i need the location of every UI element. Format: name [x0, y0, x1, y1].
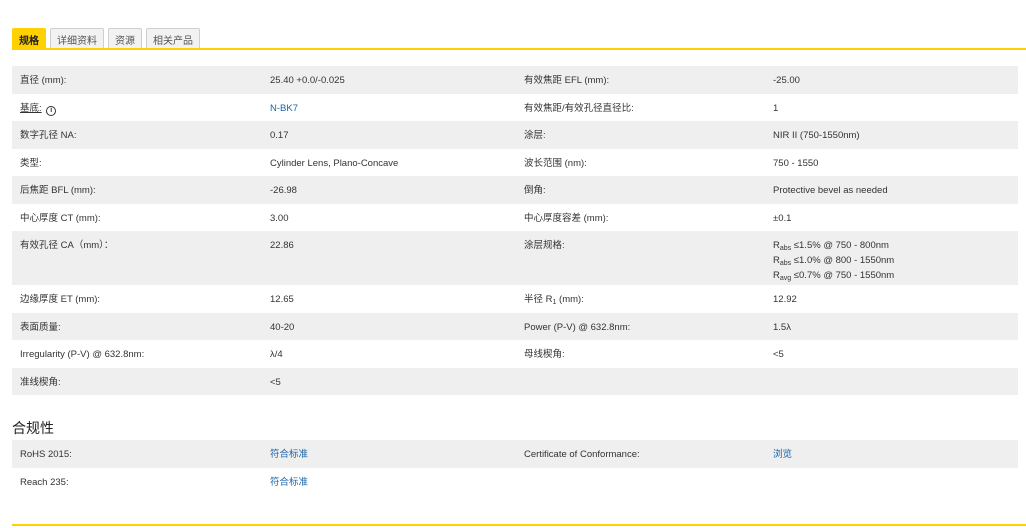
coating-subscript: abs: [779, 260, 792, 267]
spec-label: 基底: i: [12, 94, 262, 116]
spec-value: λ/4: [270, 349, 283, 360]
table-row: Reach 235: 符合标准: [12, 468, 1018, 496]
spec-value: NIR II (750-1550nm): [773, 130, 860, 141]
coating-subscript: avg: [779, 275, 792, 282]
table-row: 类型: Cylinder Lens, Plano-Concave 波长范围 (n…: [12, 149, 1018, 177]
spec-label: 数字孔径 NA:: [20, 130, 77, 141]
spec-table: 直径 (mm): 25.40 +0.0/-0.025 有效焦距 EFL (mm)…: [12, 66, 1018, 395]
compliance-label: Reach 235:: [20, 476, 69, 488]
spec-value: 12.65: [270, 294, 294, 305]
spec-label: 类型:: [20, 157, 42, 169]
spec-value: -25.00: [773, 75, 800, 86]
compliance-value: 符合标准: [262, 440, 516, 461]
table-row: 准线楔角: <5: [12, 367, 1018, 395]
compliance-table: RoHS 2015: 符合标准 Certificate of Conforman…: [12, 440, 1018, 495]
spec-value: 3.00: [270, 212, 289, 224]
compliance-value: 符合标准: [262, 468, 516, 489]
spec-label: 涂层:: [524, 130, 546, 141]
tab-resources[interactable]: 资源: [108, 28, 142, 50]
table-row: 中心厚度 CT (mm): 3.00 中心厚度容差 (mm): ±0.1: [12, 204, 1018, 232]
table-row: 后焦距 BFL (mm): -26.98 倒角: Protective beve…: [12, 176, 1018, 204]
spec-label: 有效焦距/有效孔径直径比:: [524, 102, 634, 114]
table-row: 基底: i N-BK7 有效焦距/有效孔径直径比: 1: [12, 94, 1018, 122]
table-row: 数字孔径 NA: 0.17 涂层: NIR II (750-1550nm): [12, 121, 1018, 149]
spec-label: 半径 R1 (mm):: [516, 285, 765, 309]
radius-unit: (mm):: [556, 294, 584, 305]
compliance-value: 浏览: [765, 440, 1018, 461]
substrate-link[interactable]: N-BK7: [270, 103, 298, 114]
table-row: Irregularity (P-V) @ 632.8nm: λ/4 母线楔角: …: [12, 340, 1018, 368]
spec-label: 边缘厚度 ET (mm):: [20, 294, 101, 305]
spec-label: 中心厚度 CT (mm):: [20, 212, 101, 224]
tab-related-products[interactable]: 相关产品: [146, 28, 200, 50]
spec-value: Protective bevel as needed: [773, 185, 888, 196]
spec-label: 后焦距 BFL (mm):: [20, 185, 96, 196]
spec-value: 25.40 +0.0/-0.025: [270, 75, 345, 86]
coating-line: Ravg ≤0.7% @ 750 - 1550nm: [773, 270, 1018, 285]
spec-value: 1: [773, 102, 779, 114]
spec-label: Power (P-V) @ 632.8nm:: [524, 321, 631, 333]
compliance-label: Certificate of Conformance:: [524, 449, 640, 460]
spec-value: 0.17: [270, 130, 289, 141]
tab-divider: [12, 48, 1026, 50]
spec-value: 12.92: [773, 294, 797, 305]
spec-value: [765, 368, 1018, 377]
coating-symbol: R: [773, 240, 780, 251]
spec-label: Irregularity (P-V) @ 632.8nm:: [20, 349, 145, 360]
spec-label: [516, 368, 765, 377]
spec-label: 表面质量:: [20, 321, 61, 333]
substrate-label[interactable]: 基底:: [20, 103, 42, 114]
compliance-label: RoHS 2015:: [20, 449, 72, 460]
coating-spec-value: Rabs ≤1.5% @ 750 - 800nm Rabs ≤1.0% @ 80…: [765, 231, 1018, 285]
bottom-divider: [12, 524, 1026, 526]
spec-value: <5: [773, 349, 784, 360]
tab-specs[interactable]: 规格: [12, 28, 46, 50]
compliance-value: [765, 468, 1018, 477]
reach-link[interactable]: 符合标准: [270, 477, 308, 488]
table-row: RoHS 2015: 符合标准 Certificate of Conforman…: [12, 440, 1018, 468]
spec-value: 22.86: [270, 240, 294, 251]
tab-details[interactable]: 详细资料: [50, 28, 104, 50]
coating-text: ≤1.0% @ 800 - 1550nm: [791, 255, 895, 266]
spec-label: 倒角:: [524, 185, 546, 196]
coating-line: Rabs ≤1.0% @ 800 - 1550nm: [773, 255, 1018, 270]
table-row: 边缘厚度 ET (mm): 12.65 半径 R1 (mm): 12.92: [12, 285, 1018, 313]
info-icon[interactable]: i: [46, 105, 57, 116]
spec-value: N-BK7: [262, 94, 516, 115]
spec-label: 母线楔角:: [524, 349, 565, 360]
coating-text: ≤0.7% @ 750 - 1550nm: [791, 270, 895, 281]
spec-label: 准线楔角:: [20, 376, 61, 388]
spec-value: -26.98: [270, 185, 297, 196]
spec-value: 1.5λ: [773, 321, 791, 333]
table-row: 表面质量: 40-20 Power (P-V) @ 632.8nm: 1.5λ: [12, 312, 1018, 340]
spec-label: 波长范围 (nm):: [524, 157, 587, 169]
compliance-heading: 合规性: [12, 420, 54, 436]
table-row: 直径 (mm): 25.40 +0.0/-0.025 有效焦距 EFL (mm)…: [12, 66, 1018, 94]
spec-label: 涂层规格:: [524, 240, 565, 251]
compliance-label: [516, 468, 765, 477]
table-row: 有效孔径 CA（mm）： 22.86 涂层规格: Rabs ≤1.5% @ 75…: [12, 231, 1018, 285]
certificate-view-link[interactable]: 浏览: [773, 449, 792, 460]
coating-symbol: R: [773, 270, 780, 281]
tab-bar: 规格 详细资料 资源 相关产品: [12, 26, 204, 50]
coating-symbol: R: [773, 255, 780, 266]
coating-subscript: abs: [779, 245, 792, 252]
spec-value: <5: [270, 376, 281, 388]
radius-label: 半径 R: [524, 294, 553, 305]
spec-value: ±0.1: [773, 212, 792, 224]
spec-label: 直径 (mm):: [20, 75, 67, 86]
rohs-link[interactable]: 符合标准: [270, 449, 308, 460]
spec-label: 中心厚度容差 (mm):: [524, 212, 609, 224]
coating-text: ≤1.5% @ 750 - 800nm: [791, 240, 889, 251]
spec-value: 750 - 1550: [773, 157, 819, 169]
spec-value: Cylinder Lens, Plano-Concave: [270, 157, 399, 169]
coating-line: Rabs ≤1.5% @ 750 - 800nm: [773, 240, 1018, 255]
spec-value: 40-20: [270, 321, 295, 333]
spec-label: 有效焦距 EFL (mm):: [524, 75, 610, 86]
spec-label: 有效孔径 CA（mm）：: [20, 240, 114, 251]
